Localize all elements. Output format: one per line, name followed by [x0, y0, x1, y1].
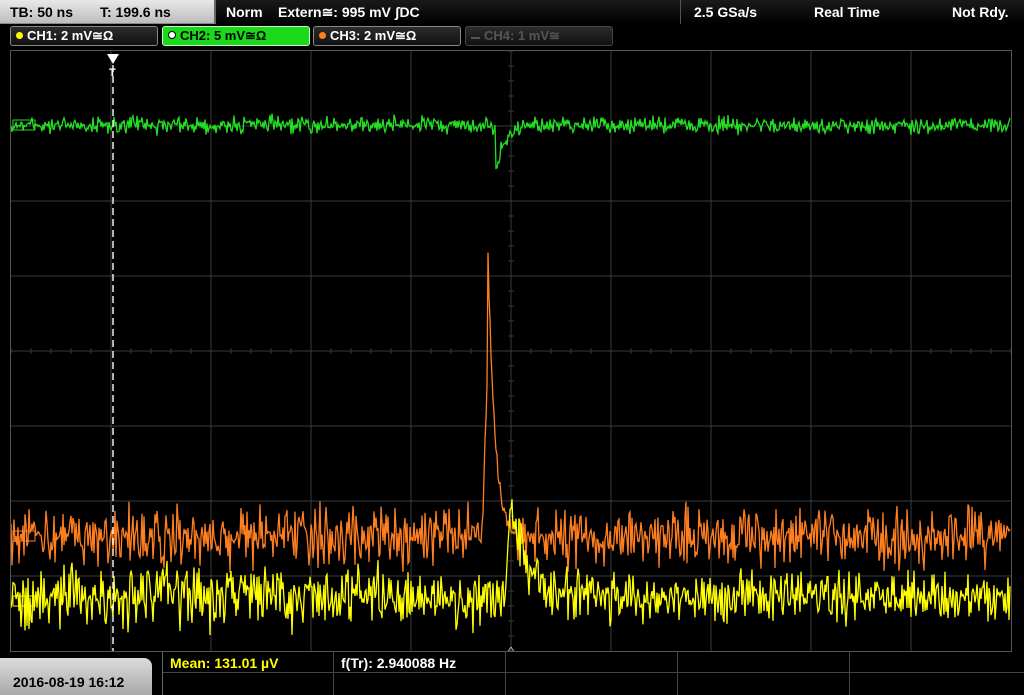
- channel-1-dot-icon: [16, 32, 23, 39]
- channel-3-dot-icon: [319, 32, 326, 39]
- frequency-measurement: f(Tr): 2.940088 Hz: [341, 655, 457, 671]
- run-status-label: Not Rdy.: [952, 4, 1009, 20]
- channel-3-button[interactable]: CH3: 2 mV≅Ω: [313, 26, 461, 46]
- measurement-divider: [163, 672, 1024, 673]
- channel-2-button[interactable]: CH2: 5 mV≅Ω: [162, 26, 310, 46]
- measurement-divider: [505, 652, 506, 695]
- channel-3-label: CH3: 2 mV≅Ω: [330, 28, 417, 43]
- waveform-plot: T: [11, 51, 1011, 651]
- mean-measurement: Mean: 131.01 µV: [170, 655, 279, 671]
- channel-1-label: CH1: 2 mV≅Ω: [27, 28, 114, 43]
- timebase-box[interactable]: TB: 50 ns T: 199.6 ns: [0, 0, 216, 24]
- channel-row: CH1: 2 mV≅Ω CH2: 5 mV≅Ω CH3: 2 mV≅Ω CH4:…: [0, 24, 1024, 50]
- channel-4-button[interactable]: CH4: 1 mV≅: [465, 26, 613, 46]
- channel-1-button[interactable]: CH1: 2 mV≅Ω: [10, 26, 158, 46]
- acquisition-mode-label[interactable]: Real Time: [814, 4, 880, 20]
- date-time-box: 2016-08-19 16:12: [0, 658, 152, 695]
- measurement-divider: [849, 652, 850, 695]
- channel-4-label: CH4: 1 mV≅: [484, 28, 560, 43]
- trigger-position-marker-icon[interactable]: [107, 54, 119, 64]
- sample-rate-label[interactable]: 2.5 GSa/s: [694, 4, 757, 20]
- channel-4-off-icon: [471, 37, 480, 39]
- trigger-t-marker-icon: T: [109, 67, 116, 79]
- measurement-divider: [333, 652, 334, 695]
- channel-2-label: CH2: 5 mV≅Ω: [180, 28, 267, 43]
- trigger-source-label[interactable]: Extern≅: 995 mV ʃDC: [278, 4, 420, 21]
- trigger-time-label: T: 199.6 ns: [100, 4, 171, 20]
- separator: [680, 0, 681, 24]
- status-bar: TB: 50 ns T: 199.6 ns Norm Extern≅: 995 …: [0, 0, 1024, 24]
- date-time-label: 2016-08-19 16:12: [13, 674, 125, 690]
- measurement-divider: [677, 652, 678, 695]
- channel-2-dot-icon: [168, 31, 176, 39]
- timebase-label: TB: 50 ns: [10, 4, 74, 20]
- waveform-display[interactable]: T: [10, 50, 1012, 652]
- trigger-mode-label[interactable]: Norm: [226, 4, 263, 20]
- measurement-panel[interactable]: Mean: 131.01 µV f(Tr): 2.940088 Hz: [162, 652, 1024, 695]
